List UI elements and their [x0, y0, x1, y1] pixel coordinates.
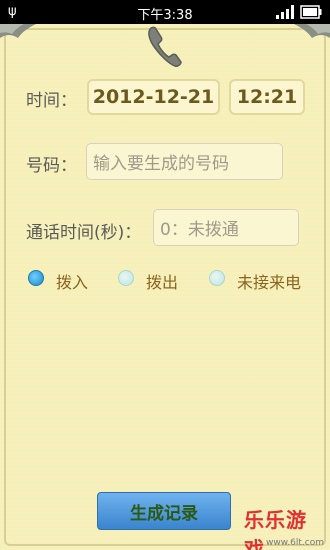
- radio-incoming-label[interactable]: 拨入: [56, 269, 88, 293]
- watermark: 乐乐游戏 www.6lt.com: [244, 504, 326, 550]
- radio-outgoing[interactable]: [118, 270, 134, 286]
- time-label: 时间：: [26, 91, 77, 111]
- duration-label: 通话时间(秒)：: [26, 223, 142, 243]
- time-picker[interactable]: 12:21: [229, 79, 305, 115]
- corner-ornament-icon: [294, 24, 330, 38]
- radio-missed-label[interactable]: 未接来电: [237, 269, 301, 293]
- radio-outgoing-label[interactable]: 拨出: [146, 269, 178, 293]
- app-screen: 时间： 2012-12-21 12:21 号码： 输入要生成的号码 通话时间(秒…: [0, 24, 330, 550]
- watermark-url: www.6lt.com: [266, 538, 324, 548]
- phone-handset-icon: [148, 26, 182, 67]
- generate-record-button[interactable]: 生成记录: [97, 492, 231, 530]
- signal-icon: [276, 5, 294, 19]
- battery-icon: [300, 5, 322, 19]
- number-label: 号码：: [26, 156, 77, 176]
- radio-incoming[interactable]: [28, 270, 44, 286]
- call-duration-input[interactable]: 0：未拨通: [153, 209, 299, 246]
- corner-ornament-icon: [0, 24, 36, 38]
- radio-missed[interactable]: [209, 270, 225, 286]
- phone-number-input[interactable]: 输入要生成的号码: [86, 143, 283, 180]
- date-picker[interactable]: 2012-12-21: [87, 79, 220, 115]
- status-bar: ψ 下午3:38: [0, 0, 330, 24]
